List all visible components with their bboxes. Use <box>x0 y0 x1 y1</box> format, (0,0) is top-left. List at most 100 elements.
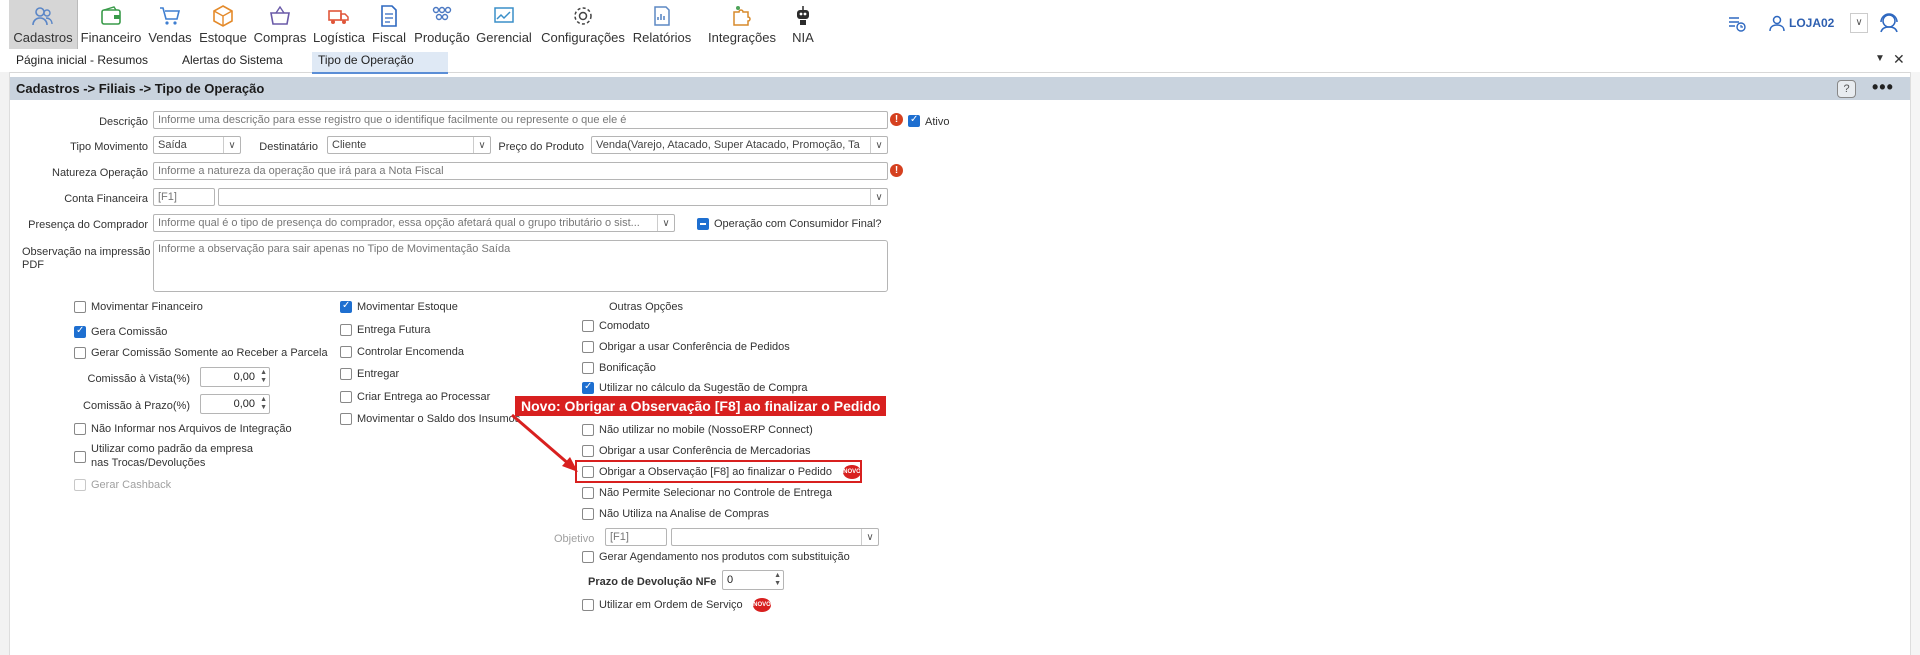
toolbar-logistica[interactable]: Logística <box>311 0 367 49</box>
nao-utilizar-mobile-label: Não utilizar no mobile (NossoERP Connect… <box>599 424 813 436</box>
tab-alertas[interactable]: Alertas do Sistema <box>176 52 289 72</box>
destinatario-select[interactable]: Cliente ∨ <box>327 136 491 154</box>
criar-entrega-label: Criar Entrega ao Processar <box>357 391 491 403</box>
document-icon <box>376 3 402 29</box>
user-dropdown-button[interactable]: ∨ <box>1850 13 1868 33</box>
report-icon <box>649 3 675 29</box>
objetivo-select[interactable]: ∨ <box>671 528 879 546</box>
descricao-label: Descrição <box>99 116 148 128</box>
help-icon[interactable]: ? <box>1837 80 1856 98</box>
nao-permite-entrega-label: Não Permite Selecionar no Controle de En… <box>599 487 832 499</box>
comissao-vista-stepper[interactable]: 0,00 ▲ ▼ <box>200 367 270 387</box>
criar-entrega-checkbox[interactable] <box>340 391 352 403</box>
users-icon <box>30 3 56 29</box>
nao-informar-label: Não Informar nos Arquivos de Integração <box>91 423 292 435</box>
gerar-agendamento-checkbox[interactable] <box>582 551 594 563</box>
entregar-checkbox[interactable] <box>340 368 352 380</box>
obrigar-conferencia-pedidos-label: Obrigar a usar Conferência de Pedidos <box>599 341 790 353</box>
right-scrollbar[interactable] <box>1910 72 1920 655</box>
utilizar-sugestao-checkbox[interactable] <box>582 381 594 394</box>
toolbar-integracoes[interactable]: Integrações <box>700 0 784 49</box>
entrega-futura-checkbox[interactable] <box>340 324 352 336</box>
notifications-icon[interactable] <box>1727 13 1747 33</box>
wallet-icon <box>98 3 124 29</box>
toolbar-financeiro[interactable]: Financeiro <box>80 0 142 49</box>
support-icon[interactable] <box>1876 10 1902 36</box>
consumidor-final-toggle[interactable] <box>697 218 709 230</box>
conta-financeira-code[interactable]: [F1] <box>153 188 215 206</box>
toolbar-gerencial[interactable]: Gerencial <box>475 0 533 49</box>
tab-bar: Página inicial - Resumos Alertas do Sist… <box>0 49 1920 74</box>
user-icon <box>1768 14 1786 32</box>
entrega-futura-label: Entrega Futura <box>357 324 431 336</box>
comodato-checkbox[interactable] <box>582 320 594 332</box>
presenca-label: Presença do Comprador <box>28 219 148 231</box>
chevron-down-icon: ∨ <box>223 137 240 153</box>
ativo-checkbox[interactable] <box>908 114 920 127</box>
stepper-arrows-icon[interactable]: ▲ ▼ <box>774 572 781 588</box>
stepper-arrows-icon[interactable]: ▲ ▼ <box>260 369 267 385</box>
obrigar-conferencia-mercadorias-label: Obrigar a usar Conferência de Mercadoria… <box>599 445 811 457</box>
user-menu[interactable]: LOJA02 <box>1768 12 1834 34</box>
page-title-bar: Cadastros -> Filiais -> Tipo de Operação… <box>10 77 1910 100</box>
bonificacao-checkbox[interactable] <box>582 362 594 374</box>
nao-utiliza-analise-checkbox[interactable] <box>582 508 594 520</box>
gerar-agendamento-label: Gerar Agendamento nos produtos com subst… <box>599 551 850 563</box>
observacao-label-line1: Observação na impressão <box>22 246 151 258</box>
tab-tipo-operacao[interactable]: Tipo de Operação <box>312 52 448 74</box>
gerar-comissao-parcela-label: Gerar Comissão Somente ao Receber a Parc… <box>91 347 328 359</box>
preco-produto-value: Venda(Varejo, Atacado, Super Atacado, Pr… <box>596 139 860 151</box>
gera-comissao-checkbox[interactable] <box>74 325 86 338</box>
prazo-devolucao-stepper[interactable]: 0 ▲ ▼ <box>722 570 784 590</box>
chevron-down-icon: ∨ <box>870 189 887 205</box>
close-tab-icon[interactable]: ✕ <box>1893 51 1905 68</box>
toolbar-relatorios[interactable]: Relatórios <box>632 0 692 49</box>
toolbar-fiscal[interactable]: Fiscal <box>370 0 408 49</box>
utilizar-sugestao-label: Utilizar no cálculo da Sugestão de Compr… <box>599 382 808 394</box>
toolbar-producao[interactable]: Produção <box>412 0 472 49</box>
movimentar-financeiro-checkbox[interactable] <box>74 301 86 313</box>
tipo-movimento-select[interactable]: Saída ∨ <box>153 136 241 154</box>
bonificacao-label: Bonificação <box>599 362 656 374</box>
prazo-devolucao-value: 0 <box>727 574 734 586</box>
utilizar-os-label: Utilizar em Ordem de Serviço <box>599 599 743 611</box>
gear-icon <box>570 3 596 29</box>
presenca-select[interactable]: Informe qual é o tipo de presença do com… <box>153 214 675 232</box>
movimentar-estoque-checkbox[interactable] <box>340 300 352 313</box>
utilizar-os-checkbox[interactable] <box>582 599 594 611</box>
conta-financeira-select[interactable]: ∨ <box>218 188 888 206</box>
tab-list-dropdown-icon[interactable]: ▼ <box>1875 53 1885 64</box>
tab-pagina-inicial[interactable]: Página inicial - Resumos <box>10 52 154 72</box>
more-options-icon[interactable]: ••• <box>1872 77 1894 98</box>
toolbar-estoque[interactable]: Estoque <box>197 0 249 49</box>
toolbar-configuracoes[interactable]: Configurações <box>536 0 630 49</box>
nao-permite-entrega-checkbox[interactable] <box>582 487 594 499</box>
puzzle-icon <box>729 3 755 29</box>
objetivo-label: Objetivo <box>554 533 595 545</box>
movimentar-insumos-checkbox[interactable] <box>340 413 352 425</box>
utilizar-padrao-checkbox[interactable] <box>74 451 86 463</box>
controlar-encomenda-checkbox[interactable] <box>340 346 352 358</box>
gerar-comissao-parcela-checkbox[interactable] <box>74 347 86 359</box>
toolbar-vendas[interactable]: Vendas <box>145 0 195 49</box>
comissao-prazo-stepper[interactable]: 0,00 ▲ ▼ <box>200 394 270 414</box>
stepper-arrows-icon[interactable]: ▲ ▼ <box>260 396 267 412</box>
chevron-down-icon: ∨ <box>861 529 878 545</box>
utilizar-padrao-label-line2: nas Trocas/Devoluções <box>91 457 206 469</box>
toolbar-cadastros[interactable]: Cadastros <box>9 0 78 49</box>
toolbar-label: Compras <box>253 30 307 45</box>
preco-produto-select[interactable]: Venda(Varejo, Atacado, Super Atacado, Pr… <box>591 136 888 154</box>
highlight-box <box>575 460 862 483</box>
natureza-field[interactable]: Informe a natureza da operação que irá p… <box>153 162 888 180</box>
descricao-field[interactable]: Informe uma descrição para esse registro… <box>153 111 888 129</box>
preco-produto-label: Preço do Produto <box>498 141 584 153</box>
toolbar-compras[interactable]: Compras <box>252 0 308 49</box>
chart-icon <box>491 3 517 29</box>
observacao-textarea[interactable]: Informe a observação para sair apenas no… <box>153 240 888 292</box>
robot-icon <box>790 3 816 29</box>
obrigar-conferencia-pedidos-checkbox[interactable] <box>582 341 594 353</box>
nao-informar-checkbox[interactable] <box>74 423 86 435</box>
objetivo-code[interactable]: [F1] <box>605 528 667 546</box>
toolbar-nia[interactable]: NIA <box>786 0 820 49</box>
toolbar-label: Relatórios <box>632 30 692 45</box>
